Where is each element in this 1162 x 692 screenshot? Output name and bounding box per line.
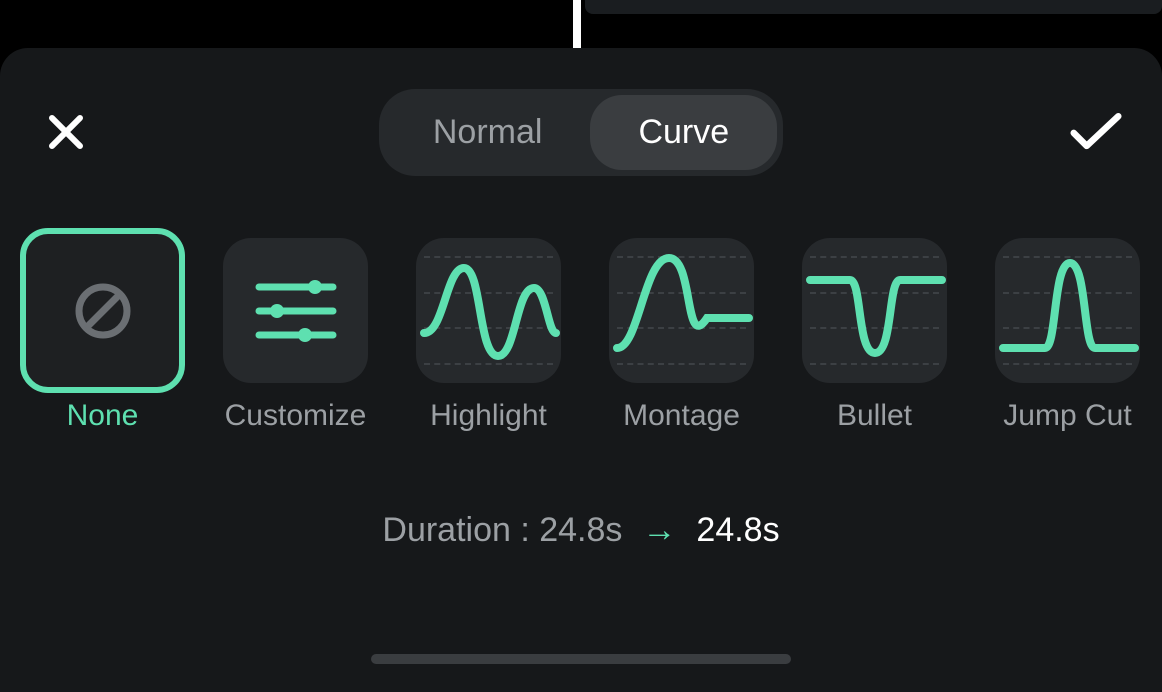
sliders-icon xyxy=(251,271,341,351)
confirm-button[interactable] xyxy=(1070,106,1122,158)
speed-curve-panel: Normal Curve None xyxy=(0,48,1162,692)
timeline-segment xyxy=(585,0,1162,14)
preset-bullet[interactable]: Bullet xyxy=(802,238,947,433)
playhead-indicator[interactable] xyxy=(573,0,581,48)
none-icon xyxy=(71,279,135,343)
curve-preset-list[interactable]: None Customize H xyxy=(0,188,1162,433)
timeline-top-bar xyxy=(0,0,1162,48)
preset-bullet-label: Bullet xyxy=(837,399,912,433)
close-icon xyxy=(46,112,86,152)
preset-customize-label: Customize xyxy=(225,399,367,433)
panel-header: Normal Curve xyxy=(0,48,1162,188)
preset-highlight-thumb xyxy=(416,238,561,383)
preset-customize-thumb xyxy=(223,238,368,383)
preset-customize[interactable]: Customize xyxy=(223,238,368,433)
preset-jump-cut[interactable]: Jump Cut xyxy=(995,238,1140,433)
duration-result: 24.8s xyxy=(696,511,779,550)
tab-curve[interactable]: Curve xyxy=(590,95,777,170)
speed-mode-tabs: Normal Curve xyxy=(379,89,783,176)
preset-montage[interactable]: Montage xyxy=(609,238,754,433)
preset-highlight-label: Highlight xyxy=(430,399,547,433)
check-icon xyxy=(1070,111,1122,153)
bullet-curve-icon xyxy=(802,238,947,383)
arrow-right-icon: → xyxy=(642,511,676,550)
preset-none[interactable]: None xyxy=(30,238,175,433)
preset-jump-cut-thumb xyxy=(995,238,1140,383)
montage-curve-icon xyxy=(609,238,754,383)
preset-bullet-thumb xyxy=(802,238,947,383)
preset-highlight[interactable]: Highlight xyxy=(416,238,561,433)
drag-handle[interactable] xyxy=(371,654,791,664)
close-button[interactable] xyxy=(40,106,92,158)
preset-none-thumb xyxy=(20,228,185,393)
duration-source: Duration : 24.8s xyxy=(382,511,622,550)
tab-normal[interactable]: Normal xyxy=(385,95,591,170)
duration-info: Duration : 24.8s → 24.8s xyxy=(0,511,1162,550)
preset-montage-label: Montage xyxy=(623,399,740,433)
highlight-curve-icon xyxy=(416,238,561,383)
preset-none-label: None xyxy=(67,399,139,433)
jump-cut-curve-icon xyxy=(995,238,1140,383)
preset-jump-cut-label: Jump Cut xyxy=(1003,399,1131,433)
preset-montage-thumb xyxy=(609,238,754,383)
